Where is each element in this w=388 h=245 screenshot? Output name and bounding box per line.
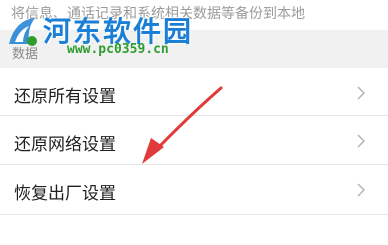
section-header: 数据 bbox=[0, 30, 388, 68]
reset-all-settings-row[interactable]: 还原所有设置 bbox=[0, 68, 388, 118]
chevron-right-icon bbox=[357, 183, 366, 197]
chevron-right-icon bbox=[357, 86, 366, 100]
factory-reset-row[interactable]: 恢复出厂设置 bbox=[0, 165, 388, 215]
reset-network-settings-label: 还原网络设置 bbox=[14, 135, 116, 155]
divider bbox=[0, 214, 388, 215]
backup-description: 将信息、通话记录和系统相关数据等备份到本地 bbox=[0, 0, 388, 30]
backup-description-text: 将信息、通话记录和系统相关数据等备份到本地 bbox=[11, 6, 305, 22]
reset-all-settings-label: 还原所有设置 bbox=[14, 87, 116, 107]
factory-reset-label: 恢复出厂设置 bbox=[14, 184, 116, 204]
chevron-right-icon bbox=[357, 134, 366, 148]
section-header-label: 数据 bbox=[12, 47, 39, 62]
reset-network-settings-row[interactable]: 还原网络设置 bbox=[0, 116, 388, 166]
